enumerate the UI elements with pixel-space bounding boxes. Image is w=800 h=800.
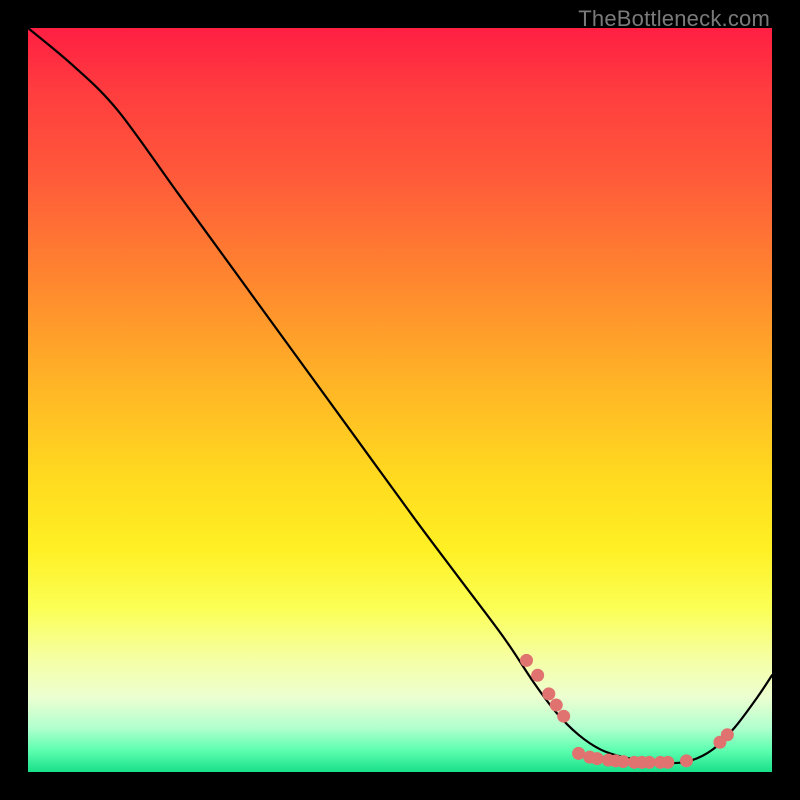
curve-marker xyxy=(680,754,693,767)
curve-markers xyxy=(520,654,734,769)
curve-marker xyxy=(520,654,533,667)
curve-marker xyxy=(572,747,585,760)
bottleneck-curve xyxy=(28,28,772,763)
chart-frame: TheBottleneck.com xyxy=(0,0,800,800)
curve-marker xyxy=(550,699,563,712)
chart-overlay-svg xyxy=(28,28,772,772)
curve-marker xyxy=(617,755,630,768)
curve-marker xyxy=(531,669,544,682)
curve-marker xyxy=(591,752,604,765)
curve-marker xyxy=(557,710,570,723)
curve-marker xyxy=(721,728,734,741)
curve-marker xyxy=(542,687,555,700)
curve-marker xyxy=(661,756,674,769)
curve-marker xyxy=(643,756,656,769)
